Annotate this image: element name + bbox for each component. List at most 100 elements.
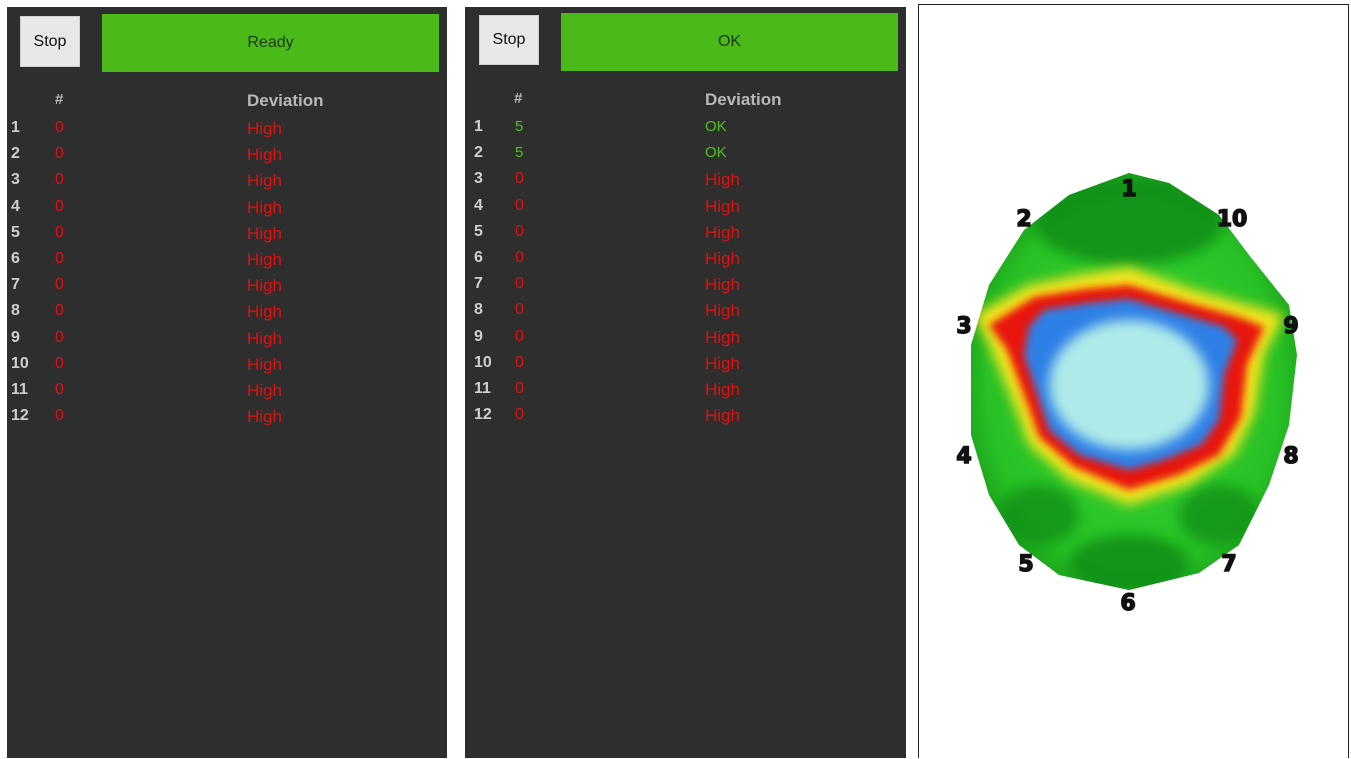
sensor-panel-ready: Stop Ready # Deviation 1 0 High 2 0 High 3 0 Hig… bbox=[7, 7, 447, 758]
sensor-deviation: High bbox=[705, 222, 740, 242]
sensor-index: 4 bbox=[11, 197, 20, 215]
sensor-value: 0 bbox=[55, 223, 64, 241]
sensor-row: 11 0 High bbox=[465, 376, 906, 402]
sensor-row: 5 0 High bbox=[7, 220, 447, 246]
sensor-row: 7 0 High bbox=[7, 272, 447, 298]
sensor-index: 9 bbox=[11, 328, 20, 346]
sensor-value: 0 bbox=[515, 327, 524, 345]
sensor-row: 12 0 High bbox=[465, 402, 906, 428]
sensor-value: 0 bbox=[515, 275, 524, 293]
sensor-value: 0 bbox=[55, 249, 64, 267]
sensor-deviation: High bbox=[247, 249, 282, 269]
sensor-value: 0 bbox=[55, 328, 64, 346]
sensor-row: 3 0 High bbox=[465, 166, 906, 192]
sensor-deviation: OK bbox=[705, 144, 727, 162]
status-bar: Ready bbox=[102, 14, 439, 72]
sensor-index: 1 bbox=[474, 118, 483, 135]
column-header-deviation: Deviation bbox=[247, 91, 324, 110]
sensor-label: 3 bbox=[956, 314, 971, 339]
sensor-label: 9 bbox=[1283, 314, 1298, 339]
sensor-value: 0 bbox=[55, 354, 64, 372]
sensor-value: 0 bbox=[55, 145, 64, 163]
sensor-row: 11 0 High bbox=[7, 377, 447, 403]
sensor-deviation: High bbox=[705, 406, 740, 426]
sensor-deviation: High bbox=[247, 302, 282, 322]
sensor-row: 8 0 High bbox=[7, 298, 447, 324]
sensor-deviation: High bbox=[247, 145, 282, 165]
stop-button[interactable]: Stop bbox=[20, 16, 80, 67]
sensor-index: 1 bbox=[11, 119, 20, 136]
sensor-deviation: High bbox=[247, 276, 282, 296]
sensor-deviation: High bbox=[705, 327, 740, 347]
sensor-value: 0 bbox=[55, 407, 64, 425]
column-header-number: # bbox=[514, 90, 523, 107]
sensor-index: 7 bbox=[11, 276, 20, 294]
sensor-row: 10 0 High bbox=[465, 350, 906, 376]
sensor-index: 6 bbox=[474, 248, 483, 266]
sensor-index: 9 bbox=[474, 327, 483, 345]
sensor-deviation: High bbox=[247, 223, 282, 243]
sensor-deviation: High bbox=[705, 248, 740, 268]
sensor-index: 8 bbox=[474, 301, 483, 319]
sensor-deviation: High bbox=[247, 380, 282, 400]
sensor-row: 6 0 High bbox=[465, 245, 906, 271]
sensor-value: 0 bbox=[515, 248, 524, 266]
stop-button[interactable]: Stop bbox=[479, 15, 539, 65]
sensor-panel-ok: Stop OK # Deviation 1 5 OK 2 5 OK 3 0 High 4 0 High… bbox=[465, 7, 906, 758]
sensor-index: 5 bbox=[11, 223, 20, 241]
sensor-label: 7 bbox=[1221, 552, 1236, 577]
sensor-value: 0 bbox=[55, 276, 64, 294]
sensor-index: 11 bbox=[474, 379, 491, 397]
sensor-value: 0 bbox=[55, 119, 64, 136]
sensor-row: 12 0 High bbox=[7, 403, 447, 429]
sensor-deviation: High bbox=[247, 119, 282, 138]
sensor-index: 3 bbox=[474, 170, 483, 188]
heatmap-blob bbox=[971, 173, 1297, 590]
sensor-deviation: High bbox=[705, 301, 740, 321]
sensor-row: 5 0 High bbox=[465, 219, 906, 245]
sensor-index: 7 bbox=[474, 275, 483, 293]
sensor-value: 0 bbox=[55, 197, 64, 215]
sensor-label: 1 bbox=[1121, 177, 1136, 202]
sensor-index: 8 bbox=[11, 302, 20, 320]
deviation-heatmap-panel: 1 2 3 4 5 6 7 8 9 10 bbox=[918, 4, 1349, 758]
sensor-label: 2 bbox=[1016, 207, 1031, 232]
sensor-value: 5 bbox=[515, 144, 524, 162]
column-header-deviation: Deviation bbox=[705, 90, 782, 109]
sensor-index: 12 bbox=[474, 406, 492, 424]
sensor-deviation: High bbox=[705, 275, 740, 295]
sensor-deviation: High bbox=[705, 379, 740, 399]
sensor-index: 4 bbox=[474, 196, 483, 214]
sensor-index: 11 bbox=[11, 380, 28, 398]
sensor-label: 5 bbox=[1018, 552, 1033, 577]
sensor-list: 1 5 OK 2 5 OK 3 0 High 4 0 High 5 0 High 6 0 High 7 0 High 8 0… bbox=[465, 114, 906, 428]
sensor-value: 0 bbox=[55, 380, 64, 398]
sensor-row: 4 0 High bbox=[7, 194, 447, 220]
sensor-deviation: High bbox=[247, 354, 282, 374]
sensor-row: 3 0 High bbox=[7, 167, 447, 193]
sensor-row: 9 0 High bbox=[7, 325, 447, 351]
sensor-value: 0 bbox=[515, 301, 524, 319]
sensor-deviation: High bbox=[247, 328, 282, 348]
sensor-deviation: High bbox=[705, 353, 740, 373]
sensor-deviation: High bbox=[705, 196, 740, 216]
column-header-number: # bbox=[55, 91, 64, 108]
sensor-row: 1 0 High bbox=[7, 115, 447, 141]
sensor-index: 2 bbox=[11, 145, 20, 163]
sensor-row: 1 5 OK bbox=[465, 114, 906, 140]
deviation-heatmap: 1 2 3 4 5 6 7 8 9 10 bbox=[956, 173, 1299, 617]
sensor-deviation: High bbox=[705, 170, 740, 190]
sensor-label: 10 bbox=[1217, 207, 1248, 232]
sensor-row: 8 0 High bbox=[465, 297, 906, 323]
sensor-value: 0 bbox=[515, 406, 524, 424]
sensor-deviation: High bbox=[247, 407, 282, 427]
sensor-value: 5 bbox=[515, 118, 524, 135]
sensor-index: 2 bbox=[474, 144, 483, 162]
sensor-index: 6 bbox=[11, 249, 20, 267]
sensor-label: 8 bbox=[1283, 444, 1298, 469]
sensor-index: 12 bbox=[11, 407, 29, 425]
sensor-row: 6 0 High bbox=[7, 246, 447, 272]
status-bar: OK bbox=[561, 13, 898, 71]
sensor-index: 5 bbox=[474, 222, 483, 240]
sensor-row: 2 0 High bbox=[7, 141, 447, 167]
